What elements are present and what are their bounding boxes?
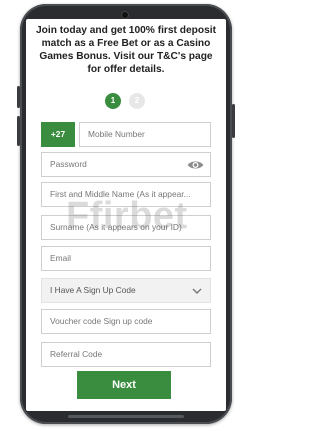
email-placeholder: Email (50, 253, 71, 263)
phone-power-button (232, 104, 235, 138)
registration-screen: Join today and get 100% first deposit ma… (26, 19, 226, 411)
mobile-number-placeholder: Mobile Number (88, 129, 145, 139)
promo-text: Join today and get 100% first deposit ma… (35, 25, 216, 75)
voucher-code-input[interactable]: Voucher code Sign up code (41, 309, 211, 334)
signup-code-select-value: I Have A Sign Up Code (50, 285, 136, 295)
signup-code-select[interactable]: I Have A Sign Up Code (41, 278, 211, 303)
eye-icon[interactable] (187, 159, 204, 171)
password-input[interactable]: Password (41, 152, 211, 177)
email-input[interactable]: Email (41, 246, 211, 271)
first-name-input[interactable]: First and Middle Name (As it appear... (41, 182, 211, 207)
phone-side-button (17, 86, 20, 108)
phone-side-button (17, 116, 20, 146)
referral-code-input[interactable]: Referral Code (41, 342, 211, 367)
phone-frame: Join today and get 100% first deposit ma… (17, 4, 235, 424)
surname-placeholder: Surname (As it appears on your ID) (50, 222, 182, 232)
phone-bottom-bar (68, 415, 184, 418)
camera-icon (122, 12, 128, 18)
step-1-indicator: 1 (105, 93, 121, 109)
referral-code-placeholder: Referral Code (50, 349, 103, 359)
next-button[interactable]: Next (77, 371, 171, 399)
step-2-indicator: 2 (129, 93, 145, 109)
first-name-placeholder: First and Middle Name (As it appear... (50, 189, 191, 199)
surname-input[interactable]: Surname (As it appears on your ID) (41, 215, 211, 240)
voucher-code-placeholder: Voucher code Sign up code (50, 316, 153, 326)
country-code-prefix[interactable]: +27 (41, 122, 75, 147)
chevron-down-icon (192, 288, 202, 294)
mobile-number-input[interactable]: Mobile Number (79, 122, 211, 147)
step-indicator: 1 2 (26, 92, 226, 110)
password-placeholder: Password (50, 159, 87, 169)
